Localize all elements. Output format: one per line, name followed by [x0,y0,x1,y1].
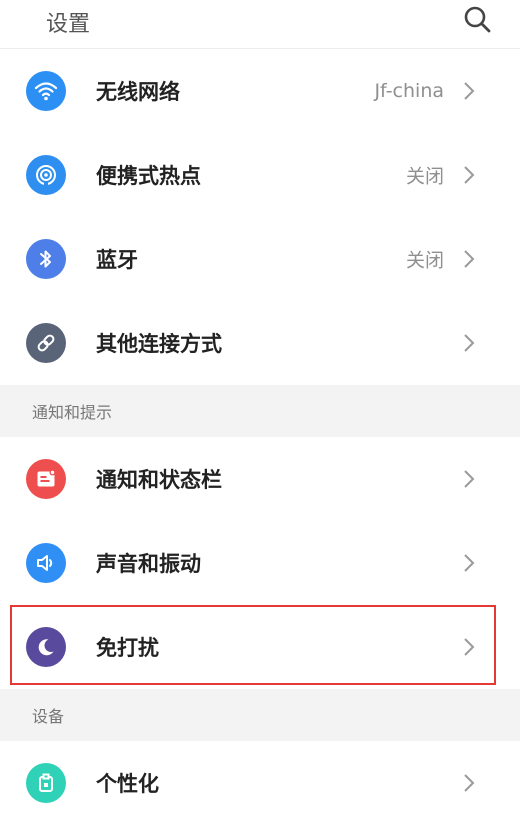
settings-row-hotspot[interactable]: 便携式热点 关闭 [0,133,520,217]
hotspot-icon [26,155,66,195]
settings-row-notifications[interactable]: 通知和状态栏 [0,437,520,521]
section-label: 通知和提示 [32,403,113,422]
settings-row-value: 关闭 [405,249,444,272]
settings-list-notifications: 通知和状态栏 声音和振动 免打扰 [0,437,520,689]
page-title: 设置 [46,12,91,37]
settings-row-value: Jf-china [374,80,444,102]
settings-row-label: 无线网络 [96,80,180,104]
section-header-notifications: 通知和提示 [0,385,520,437]
chevron-right-icon [464,166,475,184]
chevron-right-icon [464,82,475,100]
chevron-right-icon [464,554,475,572]
settings-row-label: 其他连接方式 [96,332,222,356]
settings-row-label: 个性化 [96,772,159,796]
wifi-icon [26,71,66,111]
settings-row-label: 免打扰 [96,636,159,660]
chevron-right-icon [464,334,475,352]
link-icon [26,323,66,363]
settings-row-value: 关闭 [405,165,444,188]
personalization-icon [26,763,66,803]
settings-row-other-connections[interactable]: 其他连接方式 [0,301,520,385]
settings-row-label: 蓝牙 [96,248,138,272]
chevron-right-icon [464,774,475,792]
settings-row-sound[interactable]: 声音和振动 [0,521,520,605]
settings-list: 无线网络 Jf-china 便携式热点 关闭 蓝牙 关闭 其他连接方式 [0,49,520,385]
section-header-device: 设备 [0,689,520,741]
settings-row-bluetooth[interactable]: 蓝牙 关闭 [0,217,520,301]
chevron-right-icon [464,470,475,488]
settings-row-label: 声音和振动 [96,552,201,576]
sound-icon [26,543,66,583]
settings-row-personalization[interactable]: 个性化 [0,741,520,825]
chevron-right-icon [464,638,475,656]
settings-row-wifi[interactable]: 无线网络 Jf-china [0,49,520,133]
section-label: 设备 [32,707,65,726]
notification-icon [26,459,66,499]
settings-row-label: 便携式热点 [96,164,201,188]
settings-row-do-not-disturb[interactable]: 免打扰 [0,605,520,689]
bluetooth-icon [26,239,66,279]
chevron-right-icon [464,250,475,268]
settings-list-device: 个性化 [0,741,520,825]
search-icon[interactable] [462,4,492,34]
moon-icon [26,627,66,667]
settings-row-label: 通知和状态栏 [96,468,222,492]
app-header: 设置 [0,0,520,49]
